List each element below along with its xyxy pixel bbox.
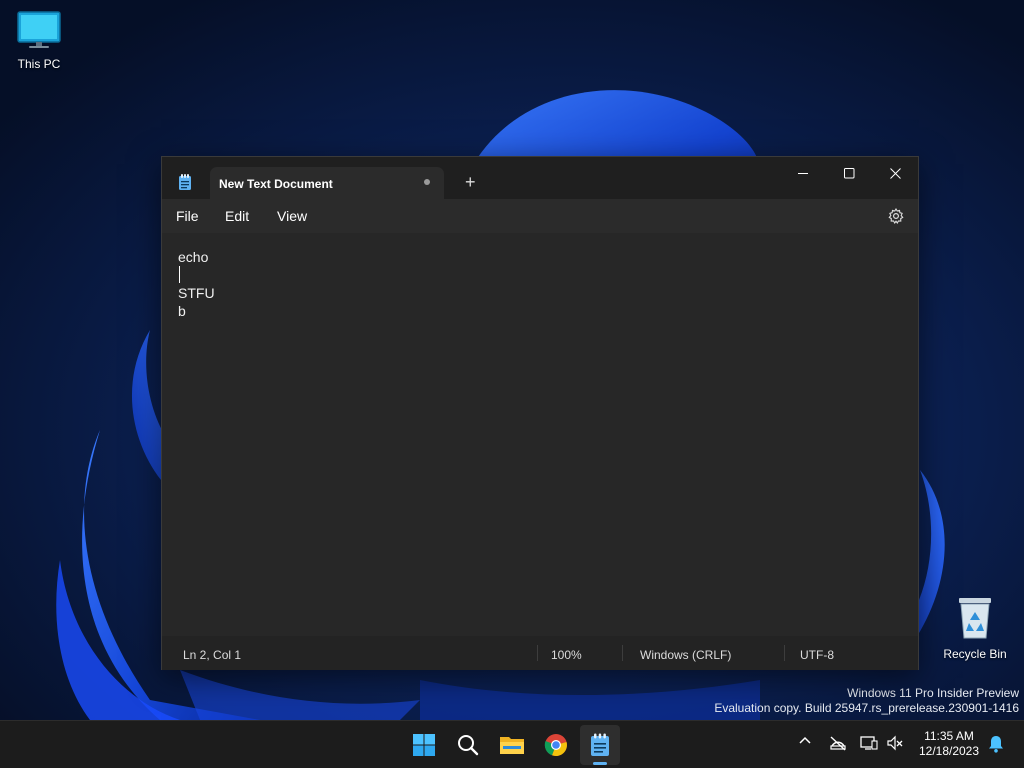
evaluation-watermark: Windows 11 Pro Insider Preview Evaluatio… xyxy=(714,686,1019,716)
maximize-icon xyxy=(843,167,854,178)
desktop-icon-recycle-bin[interactable]: Recycle Bin xyxy=(937,596,1013,661)
network-disconnected-icon xyxy=(830,736,846,751)
menu-file[interactable]: File xyxy=(176,208,199,224)
search-icon xyxy=(458,735,479,756)
status-divider xyxy=(622,645,623,661)
watermark-line-edition: Windows 11 Pro Insider Preview xyxy=(847,686,1019,700)
start-icon xyxy=(413,734,435,756)
file-explorer-button[interactable] xyxy=(492,725,532,765)
volume-button[interactable] xyxy=(886,735,904,751)
settings-gear-icon[interactable] xyxy=(888,207,904,229)
minimize-button[interactable] xyxy=(780,157,826,189)
close-icon xyxy=(889,167,901,179)
desktop-icon-this-pc[interactable]: This PC xyxy=(1,10,77,71)
text-line: b xyxy=(178,303,186,319)
zoom-level[interactable]: 100% xyxy=(551,648,582,662)
clock-date: 12/18/2023 xyxy=(918,744,980,758)
status-bar: Ln 2, Col 1 100% Windows (CRLF) UTF-8 xyxy=(162,636,918,670)
text-editor-area[interactable]: echo STFU b xyxy=(162,233,918,636)
chrome-button[interactable] xyxy=(536,725,576,765)
maximize-button[interactable] xyxy=(826,157,872,189)
file-explorer-icon xyxy=(500,737,524,754)
bell-icon xyxy=(989,736,1003,753)
text-line: echo xyxy=(178,249,209,265)
chrome-icon xyxy=(544,734,567,757)
network-status-button[interactable] xyxy=(829,735,847,751)
notepad-icon xyxy=(591,733,609,756)
search-button[interactable] xyxy=(448,725,488,765)
menu-view[interactable]: View xyxy=(277,208,307,224)
recycle-bin-icon xyxy=(937,596,1013,643)
menu-bar: File Edit View xyxy=(162,199,918,233)
display-status-button[interactable] xyxy=(860,735,878,751)
document-tab[interactable]: New Text Document xyxy=(210,167,444,199)
close-button[interactable] xyxy=(872,157,918,189)
title-bar[interactable]: New Text Document + xyxy=(162,157,918,199)
menu-edit[interactable]: Edit xyxy=(225,208,249,224)
unsaved-dot-icon[interactable] xyxy=(424,179,430,185)
taskbar: 11:35 AM 12/18/2023 xyxy=(0,720,1024,768)
notifications-button[interactable] xyxy=(988,735,1004,753)
start-button[interactable] xyxy=(404,725,444,765)
minimize-icon xyxy=(797,172,808,174)
text-line: STFU xyxy=(178,285,215,301)
desktop-icon-label: Recycle Bin xyxy=(943,647,1007,661)
status-divider xyxy=(784,645,785,661)
chevron-up-icon xyxy=(799,736,811,744)
text-caret xyxy=(179,266,180,283)
active-app-indicator xyxy=(593,762,607,765)
watermark-line-build: Evaluation copy. Build 25947.rs_prerelea… xyxy=(714,701,1019,715)
notepad-taskbar-button[interactable] xyxy=(580,725,620,765)
notepad-app-icon xyxy=(178,174,192,195)
new-tab-button[interactable]: + xyxy=(465,173,476,191)
notepad-window: New Text Document + File Edit View echo … xyxy=(161,156,919,670)
display-icon xyxy=(860,736,878,750)
show-hidden-icons-button[interactable] xyxy=(798,735,812,745)
line-ending[interactable]: Windows (CRLF) xyxy=(640,648,731,662)
status-divider xyxy=(537,645,538,661)
taskbar-clock[interactable]: 11:35 AM 12/18/2023 xyxy=(912,729,986,759)
desktop-icon-label: This PC xyxy=(17,57,61,71)
cursor-position: Ln 2, Col 1 xyxy=(183,648,242,662)
tab-title: New Text Document xyxy=(219,177,333,191)
volume-muted-icon xyxy=(887,735,903,751)
clock-time: 11:35 AM xyxy=(924,729,974,743)
monitor-icon xyxy=(1,10,77,53)
encoding[interactable]: UTF-8 xyxy=(800,648,834,662)
